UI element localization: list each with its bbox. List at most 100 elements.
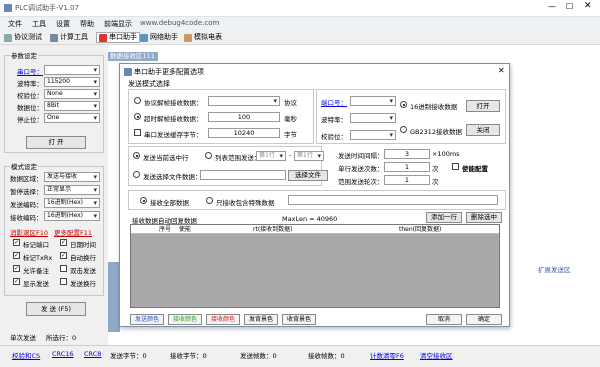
autowrap-checkbox[interactable]: ✓ (60, 252, 67, 259)
dlg-port-select[interactable] (350, 96, 396, 106)
clear-recv-link[interactable]: 清空接收区 (420, 350, 453, 360)
parity-label: 校验位： (17, 92, 43, 100)
timeout-radio[interactable] (134, 113, 141, 120)
stopbits-select[interactable]: One (44, 113, 100, 123)
dlg-port-link[interactable]: 端口号： (321, 97, 347, 107)
clear-count-link[interactable]: 计数清零F6 (370, 350, 404, 360)
close-button[interactable]: ✕ (584, 1, 592, 11)
port-select[interactable] (44, 65, 100, 75)
checksum-link[interactable]: 校验和CS (12, 350, 40, 360)
mark-port-label: 标记端口 (23, 241, 49, 249)
gb-recv-radio[interactable] (400, 126, 407, 133)
send-wrap-checkbox[interactable] (60, 278, 67, 285)
timeout-input[interactable]: 100 (208, 112, 280, 122)
row-end-select[interactable]: 第1行 (294, 151, 324, 161)
col-rt: rt(接收到数据) (253, 226, 293, 233)
recv-bg-button[interactable]: 收背景色 (282, 314, 316, 325)
delete-row-button[interactable]: 删除选中 (466, 212, 502, 223)
single-count-input[interactable]: 1 (384, 162, 430, 172)
send-bytes-status: 发送字节：0 (110, 352, 147, 360)
open-port-button[interactable]: 打 开 (26, 136, 86, 149)
pause-select[interactable]: 正常显示 (44, 185, 100, 195)
crc16-link[interactable]: CRC16 (52, 350, 74, 358)
send-button[interactable]: 发 送 (F5) (26, 302, 86, 316)
more-config-link[interactable]: 更多配置F11 (54, 227, 92, 237)
double-click-checkbox[interactable] (60, 265, 67, 272)
reply-table-header: 序号 使能 rt(接收到数据) then(回复数据) (131, 225, 499, 234)
send-bg-button[interactable]: 发背景色 (244, 314, 278, 325)
double-click-label: 双击发送 (70, 267, 96, 275)
single-send-label: 单次发送 (10, 334, 36, 342)
interval-label: 发送时间间隔： (338, 152, 384, 160)
mark-port-checkbox[interactable]: ✓ (13, 239, 20, 246)
maximize-button[interactable]: ☐ (566, 2, 573, 11)
dlg-close-button[interactable]: 关闭 (466, 124, 500, 136)
crc8-link[interactable]: CRC8 (84, 350, 101, 358)
buffer-checkbox[interactable] (134, 129, 141, 136)
dlg-parity-select[interactable] (350, 130, 396, 140)
menu-settings[interactable]: 设置 (56, 19, 70, 29)
send-mode-title: 发送模式选择 (128, 80, 170, 88)
menu-front[interactable]: 前端显示 (104, 19, 132, 29)
databits-select[interactable]: 8Bit (44, 101, 100, 111)
recv-special-label: 只接收包含特殊数据 (216, 199, 275, 207)
send-color-button[interactable]: 发送颜色 (130, 314, 164, 325)
pause-label: 暂停选择： (10, 188, 43, 196)
mark-txrx-checkbox[interactable]: ✓ (13, 252, 20, 259)
toolbar: 协议测试 计算工具 串口助手 网络助手 模拟电表 (0, 30, 600, 45)
protocol-radio[interactable] (134, 97, 141, 104)
recv-code-select[interactable]: 16进制(Hex) (44, 211, 100, 221)
interval-input[interactable]: 3 (384, 149, 430, 159)
send-code-select[interactable]: 16进制(Hex) (44, 198, 100, 208)
recv-special-radio[interactable] (206, 197, 213, 204)
line-count-label: 所选行：0 (46, 334, 77, 342)
parity-select[interactable]: None (44, 89, 100, 99)
row-start-select[interactable]: 第1行 (256, 151, 286, 161)
calc-tool[interactable]: 计算工具 (50, 32, 88, 43)
calculator-icon (50, 33, 58, 42)
minimize-button[interactable]: — (548, 2, 556, 11)
cancel-button[interactable]: 取消 (426, 314, 462, 325)
recv-color2-button[interactable]: 接收颜色 (206, 314, 240, 325)
menu-tools[interactable]: 工具 (32, 19, 46, 29)
menu-file[interactable]: 文件 (8, 19, 22, 29)
file-path-input[interactable] (200, 170, 286, 180)
menu-help[interactable]: 帮助 (80, 19, 94, 29)
dialog-close-icon[interactable]: ✕ (498, 66, 505, 75)
protocol-test-tool[interactable]: 协议测试 (4, 32, 42, 43)
ok-button[interactable]: 确定 (466, 314, 502, 325)
dlg-baud-select[interactable] (350, 113, 396, 123)
show-send-checkbox[interactable]: ✓ (13, 278, 20, 285)
reply-table[interactable]: 序号 使能 rt(接收到数据) then(回复数据) (130, 224, 500, 308)
baud-select[interactable]: 115200 (44, 77, 100, 87)
serial-tool[interactable]: 串口助手 (96, 32, 140, 43)
website-link[interactable]: www.debug4code.com (140, 19, 219, 27)
expand-send-link[interactable]: 扩展发送区 (538, 264, 571, 274)
params-title: 参数设定 (10, 50, 38, 60)
buffer-label: 串口发送缓存字节： (144, 131, 203, 139)
hex-recv-radio[interactable] (400, 101, 407, 108)
dlg-open-button[interactable]: 打开 (466, 100, 500, 112)
send-list-radio[interactable] (205, 152, 212, 159)
clear-scroll-link[interactable]: 消影滚区F10 (10, 227, 48, 237)
timeout-unit: 毫秒 (284, 115, 297, 123)
net-tool[interactable]: 网络助手 (140, 32, 178, 43)
add-row-button[interactable]: 添加一行 (426, 212, 462, 223)
dlg-baud-label: 波特率： (321, 116, 347, 124)
buffer-input[interactable]: 10240 (208, 128, 280, 138)
special-data-input[interactable] (288, 195, 498, 205)
send-file-radio[interactable] (133, 171, 140, 178)
show-area-select[interactable]: 发送与接收 (44, 172, 100, 182)
allow-note-checkbox[interactable]: ✓ (13, 265, 20, 272)
protocol-select[interactable] (208, 96, 280, 106)
port-link[interactable]: 串口号： (17, 66, 43, 76)
enable-config-checkbox[interactable] (452, 163, 459, 170)
choose-file-button[interactable]: 选择文件 (288, 170, 328, 181)
date-checkbox[interactable]: ✓ (60, 239, 67, 246)
recv-all-radio[interactable] (140, 197, 147, 204)
sim-meter-tool[interactable]: 模拟电表 (184, 32, 222, 43)
recv-color-button[interactable]: 接收颜色 (168, 314, 202, 325)
send-current-radio[interactable] (133, 152, 140, 159)
range-count-input[interactable]: 1 (384, 175, 430, 185)
timeout-label: 超时解帧接收数据： (144, 115, 203, 123)
